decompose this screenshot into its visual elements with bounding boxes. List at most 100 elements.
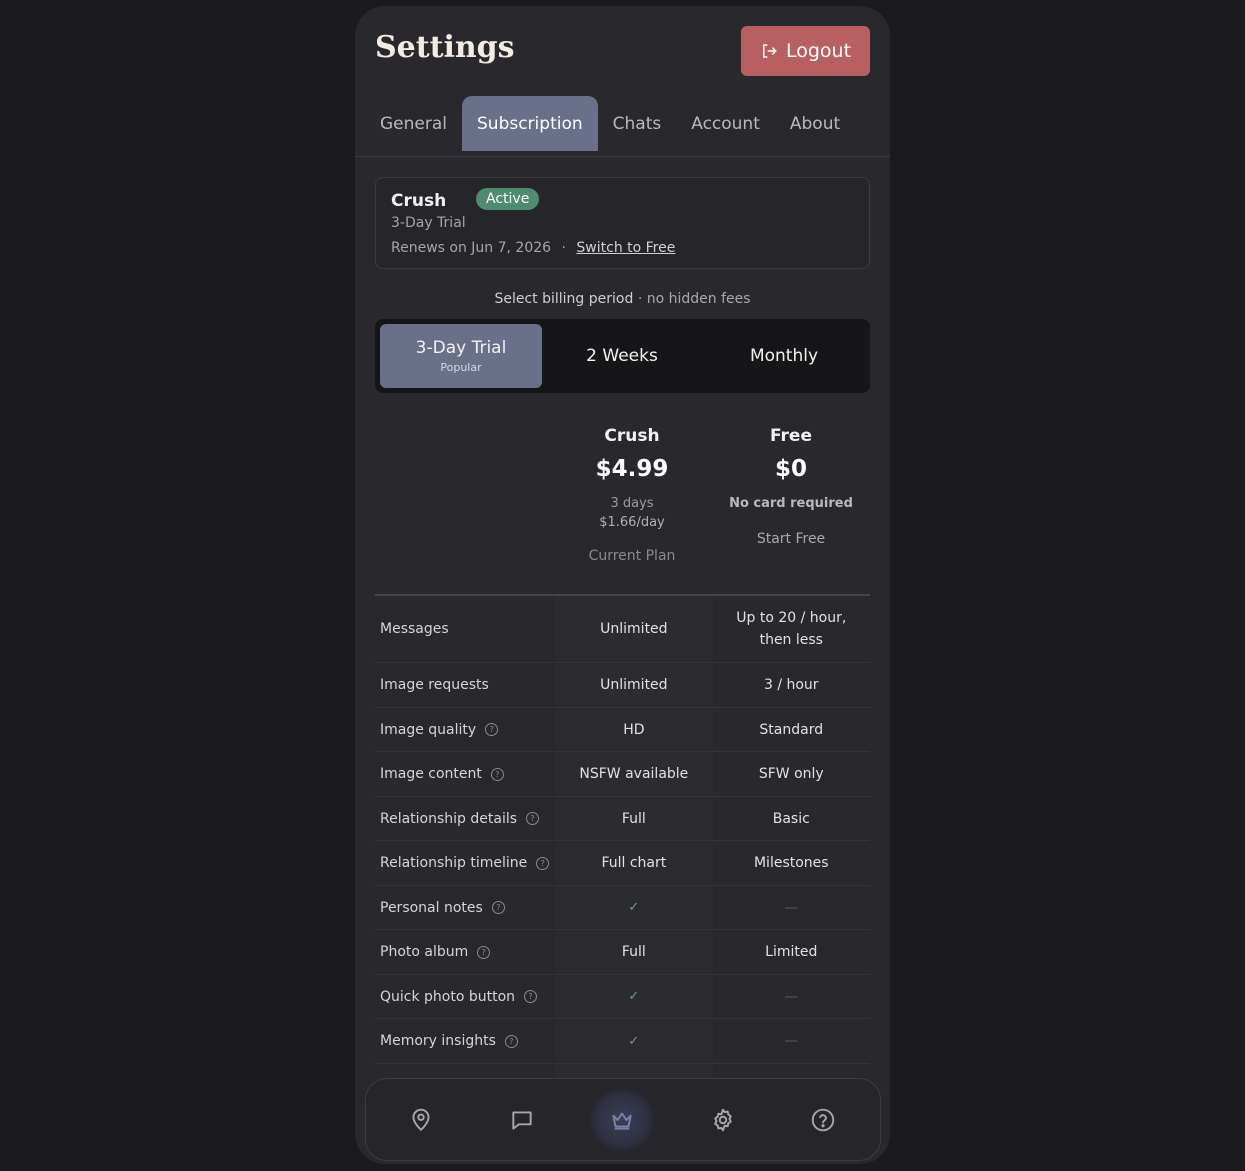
table-row: Relationship details? Full Basic — [375, 797, 870, 841]
help-icon[interactable]: ? — [477, 945, 491, 959]
plan-duration: 3 days — [610, 496, 654, 511]
table-row: Memory insights? ✓ — — [375, 1019, 870, 1064]
renew-info: Renews on Jun 7, 2026 · Switch to Free — [391, 240, 675, 256]
crush-value-cell: Full — [555, 930, 713, 974]
feature-value: NSFW available — [579, 766, 689, 782]
help-icon[interactable]: ? — [485, 723, 499, 736]
feature-name-cell: Relationship timeline? — [375, 841, 555, 885]
table-row: Image requests Unlimited 3 / hour — [375, 663, 870, 708]
billing-option-label: 3-Day Trial — [415, 338, 507, 358]
tab-account[interactable]: Account — [676, 96, 775, 151]
page-title: Settings — [375, 30, 515, 65]
map-pin-icon — [412, 1108, 430, 1131]
billing-option-label: Monthly — [749, 346, 819, 366]
nav-settings-button[interactable] — [700, 1097, 746, 1143]
feature-value: SFW only — [758, 766, 824, 782]
plan-column-name: Crush — [604, 426, 660, 446]
plan-column-crush: Crush $4.99 3 days $1.66/day Current Pla… — [553, 426, 711, 564]
settings-panel: Settings Logout General Subscription Cha… — [355, 6, 890, 1164]
crush-value-cell: Full — [555, 797, 713, 840]
help-icon[interactable]: ? — [526, 812, 540, 825]
popular-tag: Popular — [440, 361, 482, 374]
tab-about[interactable]: About — [775, 96, 855, 151]
free-value-cell: Limited — [713, 930, 870, 974]
billing-option-2weeks[interactable]: 2 Weeks — [541, 324, 703, 388]
feature-value: Limited — [765, 944, 818, 960]
billing-option-monthly[interactable]: Monthly — [703, 324, 865, 388]
bottom-nav — [365, 1078, 881, 1161]
help-icon[interactable]: ? — [504, 1034, 518, 1048]
logout-label: Logout — [785, 40, 852, 62]
free-value-cell: Up to 20 / hour, then less — [713, 596, 870, 662]
separator-dot: · — [561, 240, 566, 256]
crush-value-cell: Unlimited — [555, 663, 713, 707]
table-row: Quick photo button? ✓ — — [375, 975, 870, 1019]
feature-name-cell: Image quality? — [375, 708, 555, 751]
tab-chats[interactable]: Chats — [598, 96, 677, 151]
crush-value-cell: ✓ — [555, 886, 713, 929]
feature-value: Up to 20 / hour, then less — [736, 610, 847, 648]
free-value-cell: — — [713, 1019, 870, 1063]
current-plan-card: Crush Active 3-Day Trial Renews on Jun 7… — [375, 177, 870, 269]
tab-general[interactable]: General — [365, 96, 462, 151]
free-value-cell: Standard — [713, 708, 870, 751]
plan-price: $4.99 — [595, 456, 669, 482]
table-row: Image content? NSFW available SFW only — [375, 752, 870, 797]
crush-value-cell: ✓ — [555, 975, 713, 1018]
table-row: Image quality? HD Standard — [375, 708, 870, 752]
billing-option-3day[interactable]: 3-Day Trial Popular — [380, 324, 542, 388]
feature-comparison-table: Messages Unlimited Up to 20 / hour, then l… — [375, 596, 870, 1109]
nav-help-button[interactable] — [800, 1097, 846, 1143]
tab-subscription[interactable]: Subscription — [462, 96, 598, 151]
crush-value-cell: HD — [555, 708, 713, 751]
feature-name: Memory insights — [380, 1033, 496, 1049]
free-value-cell: SFW only — [713, 752, 870, 796]
switch-to-free-link[interactable]: Switch to Free — [576, 240, 675, 256]
feature-name-cell: Relationship details? — [375, 797, 555, 840]
logout-icon — [762, 44, 777, 58]
feature-name: Relationship details — [380, 810, 518, 827]
feature-name: Relationship timeline — [380, 855, 528, 871]
feature-name: Personal notes — [380, 899, 483, 916]
table-row: Photo album? Full Limited — [375, 930, 870, 975]
billing-label-main: Select billing period — [494, 291, 634, 307]
free-value-cell: Basic — [713, 797, 870, 840]
feature-value: Full chart — [601, 855, 667, 871]
plan-column-name: Free — [770, 426, 812, 446]
tab-bar: General Subscription Chats Account About — [365, 96, 855, 151]
table-row: Personal notes? ✓ — — [375, 886, 870, 930]
billing-period-selector: 3-Day Trial Popular 2 Weeks Monthly — [375, 319, 870, 393]
feature-value: Full — [621, 944, 646, 960]
feature-name-cell: Photo album? — [375, 930, 555, 974]
feature-name-cell: Memory insights? — [375, 1019, 555, 1063]
feature-value: Milestones — [753, 855, 829, 871]
tab-divider — [355, 156, 890, 157]
feature-name: Image requests — [380, 677, 489, 693]
feature-name: Quick photo button — [380, 988, 516, 1005]
check-icon: ✓ — [628, 989, 640, 1004]
nav-map-button[interactable] — [398, 1097, 444, 1143]
logout-button[interactable]: Logout — [741, 26, 870, 76]
crown-icon — [612, 1112, 632, 1130]
help-icon[interactable]: ? — [491, 901, 505, 914]
gear-icon — [714, 1108, 732, 1132]
free-value-cell: — — [713, 886, 870, 929]
feature-name: Photo album — [380, 944, 469, 960]
help-icon[interactable]: ? — [490, 767, 504, 781]
help-icon[interactable]: ? — [524, 990, 538, 1003]
table-row: Relationship timeline? Full chart Mileston… — [375, 841, 870, 886]
feature-name-cell: Personal notes? — [375, 886, 555, 929]
dash-icon: — — [784, 899, 799, 916]
feature-name: Messages — [380, 621, 449, 637]
start-free-button[interactable]: Start Free — [712, 531, 870, 547]
nav-chats-button[interactable] — [499, 1097, 545, 1143]
check-icon: ✓ — [628, 900, 640, 915]
renew-date: Renews on Jun 7, 2026 — [391, 240, 552, 256]
dash-icon: — — [784, 1033, 799, 1049]
billing-option-label: 2 Weeks — [586, 346, 658, 366]
feature-value: HD — [623, 721, 645, 738]
nav-subscription-button[interactable] — [590, 1088, 654, 1152]
help-icon[interactable]: ? — [536, 856, 550, 870]
feature-name-cell: Messages — [375, 596, 555, 662]
free-value-cell: Milestones — [713, 841, 870, 885]
